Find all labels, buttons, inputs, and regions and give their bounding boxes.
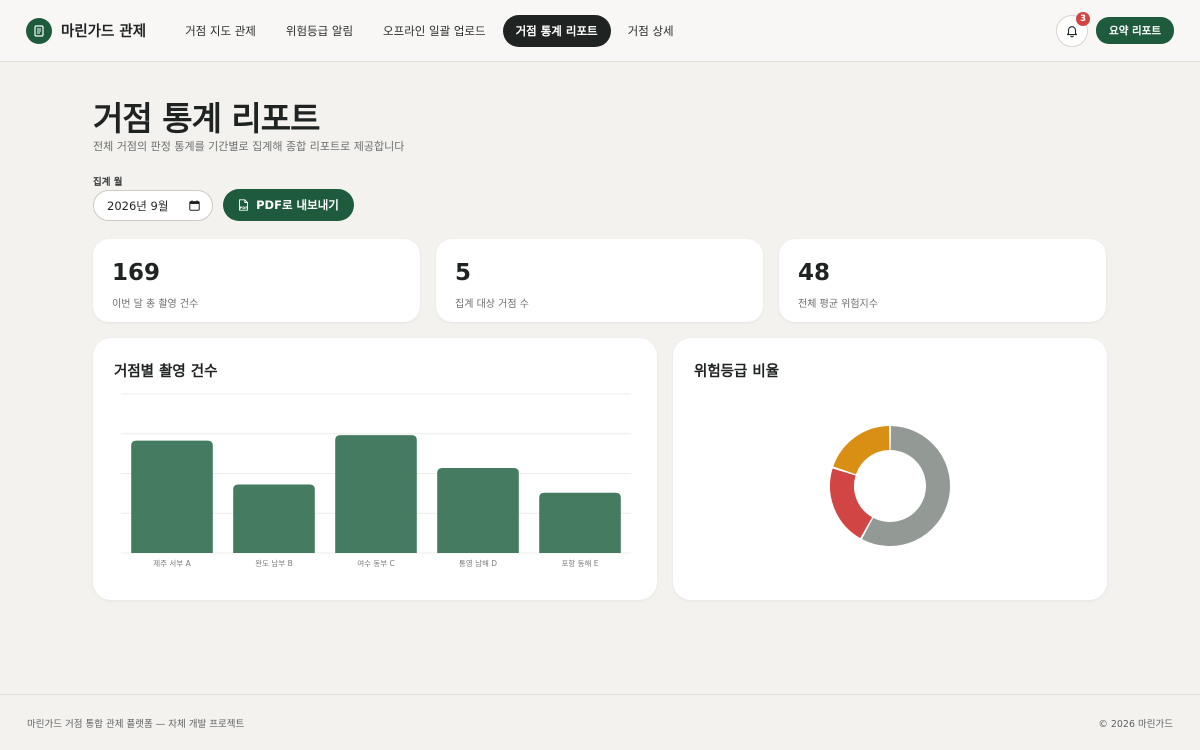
x-tick-label: 완도 남부 B — [255, 559, 293, 568]
donut-chart — [830, 426, 950, 546]
bell-icon — [1066, 25, 1078, 37]
calendar-icon[interactable] — [189, 200, 200, 211]
month-value: 2026년 9월 — [107, 198, 169, 213]
nav-item-detail[interactable]: 거점 상세 — [615, 15, 687, 47]
stat-card-total-shots: 169 이번 달 총 촬영 건수 — [93, 239, 420, 322]
export-pdf-label: PDF로 내보내기 — [256, 198, 339, 212]
nav-item-alerts[interactable]: 위험등급 알림 — [273, 15, 366, 47]
pdf-file-icon: PDF — [239, 199, 249, 211]
x-tick-label: 여수 동부 C — [357, 558, 395, 568]
stat-value: 5 — [455, 260, 472, 286]
footer-description: 마린가드 거점 통합 관제 플랫폼 — 자체 개발 프로젝트 — [27, 718, 245, 730]
bar-4 — [437, 468, 519, 553]
stat-value: 48 — [798, 260, 831, 286]
donut-chart-panel: 위험등급 비율 — [673, 338, 1107, 600]
nav-item-report[interactable]: 거점 통계 리포트 — [502, 14, 611, 47]
brand[interactable]: 마린가드 관제 — [26, 17, 147, 44]
export-pdf-button[interactable]: PDF PDF로 내보내기 — [223, 189, 354, 221]
stat-label: 전체 평균 위험지수 — [798, 299, 878, 310]
donut-slice-1 — [862, 426, 950, 546]
x-tick-label: 제주 서부 A — [153, 559, 191, 568]
nav-item-upload[interactable]: 오프라인 일괄 업로드 — [370, 15, 499, 47]
notification-button[interactable]: 3 — [1056, 11, 1091, 47]
bar-1 — [131, 440, 213, 553]
document-icon — [26, 17, 52, 44]
donut-slice-2 — [830, 468, 873, 539]
footer-copyright: © 2026 마린가드 — [1098, 718, 1173, 730]
x-tick-label: 통영 남해 D — [459, 558, 497, 568]
top-navigation-bar: 마린가드 관제 거점 지도 관제 위험등급 알림 오프라인 일괄 업로드 거점 … — [0, 0, 1200, 62]
bar-chart-panel: 거점별 촬영 건수 제주 서부 A 완도 남부 B 여수 동부 C 통영 남해 D 포항… — [93, 338, 657, 600]
stat-card-avg-risk: 48 전체 평균 위험지수 — [779, 239, 1106, 322]
footer: 마린가드 거점 통합 관제 플랫폼 — 자체 개발 프로젝트 © 2026 마린… — [0, 694, 1200, 750]
summary-report-button[interactable]: 요약 리포트 — [1096, 17, 1174, 44]
bar-5 — [539, 492, 621, 553]
month-label: 집계 월 — [93, 177, 123, 188]
stat-label: 집계 대상 거점 수 — [455, 299, 529, 310]
stat-label: 이번 달 총 촬영 건수 — [112, 299, 199, 310]
main-nav: 거점 지도 관제 위험등급 알림 오프라인 일괄 업로드 거점 통계 리포트 거… — [172, 14, 687, 47]
bar-2 — [233, 484, 315, 553]
page-subtitle: 전체 거점의 판정 통계를 기간별로 집계해 종합 리포트로 제공합니다 — [93, 140, 405, 153]
month-input[interactable]: 2026년 9월 — [93, 190, 213, 221]
stat-value: 169 — [112, 260, 161, 286]
bar-chart: 제주 서부 A 완도 남부 B 여수 동부 C 통영 남해 D 포항 동해 E — [121, 393, 631, 568]
stat-card-site-count: 5 집계 대상 거점 수 — [436, 239, 763, 322]
svg-text:PDF: PDF — [240, 206, 249, 210]
notification-badge: 3 — [1076, 11, 1091, 26]
donut-slice-3 — [833, 426, 890, 475]
nav-item-map[interactable]: 거점 지도 관제 — [172, 15, 269, 47]
brand-name: 마린가드 관제 — [61, 24, 147, 40]
page-title: 거점 통계 리포트 — [93, 99, 320, 138]
x-tick-label: 포항 동해 E — [561, 558, 598, 568]
bar-3 — [335, 435, 417, 553]
